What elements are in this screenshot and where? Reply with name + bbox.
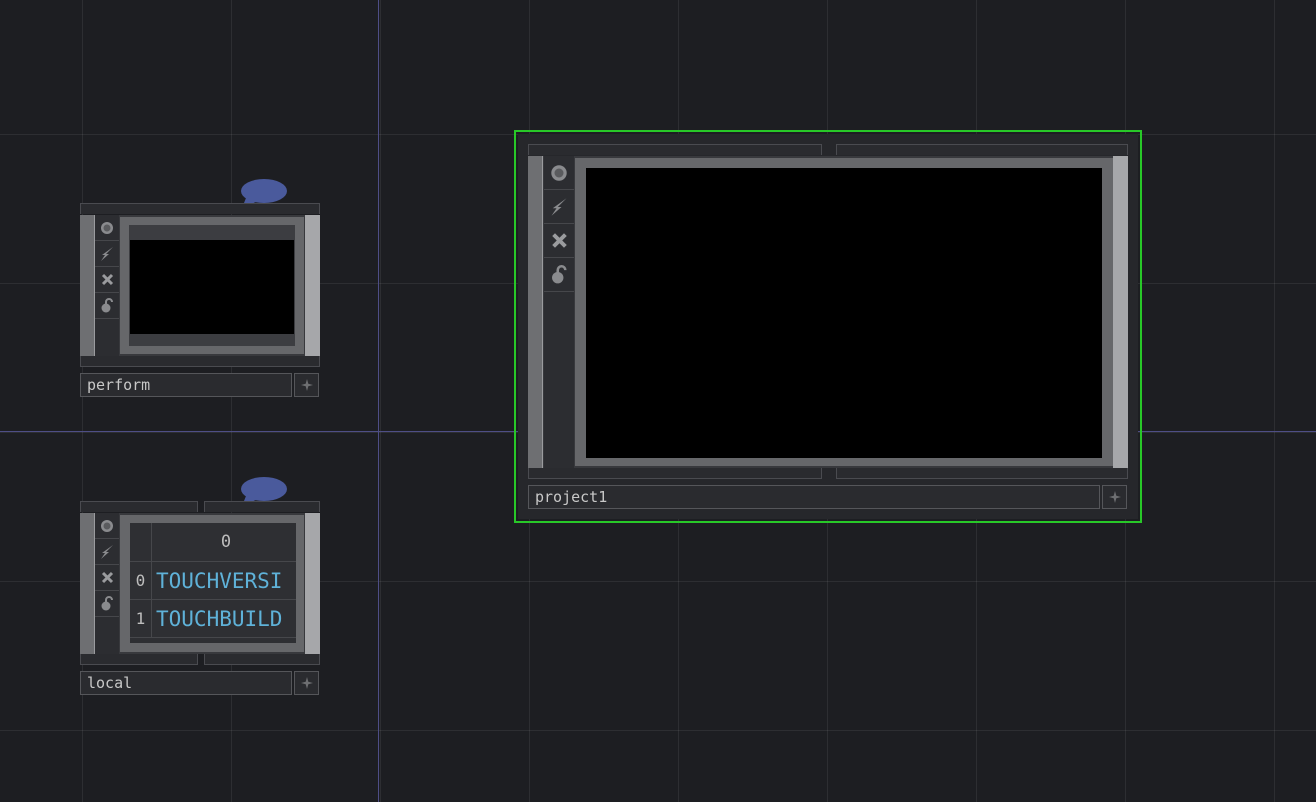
node-name-field[interactable]: perform: [80, 373, 292, 397]
lock-icon: [101, 596, 113, 611]
node-button-column: [95, 215, 119, 356]
origin-axis-vertical: [378, 0, 379, 802]
delete-button[interactable]: [95, 565, 119, 591]
viewer-toggle-button[interactable]: [544, 156, 574, 190]
node-button-column: [544, 156, 574, 468]
input-connector[interactable]: [80, 513, 95, 654]
input-tab: [80, 203, 320, 214]
row-index: 1: [130, 600, 152, 637]
node-name-field[interactable]: local: [80, 671, 292, 695]
input-tab-2: [204, 501, 320, 512]
node-button-column: [95, 513, 119, 654]
table-corner-cell: [130, 523, 152, 561]
row-index: 0: [130, 562, 152, 599]
input-connector[interactable]: [80, 215, 95, 356]
add-button[interactable]: [294, 373, 319, 397]
plus-icon: [300, 677, 313, 689]
output-connector[interactable]: [1113, 156, 1128, 468]
node-name-field[interactable]: project1: [528, 485, 1100, 509]
viewer-frame: [575, 158, 1113, 466]
lock-button[interactable]: [95, 591, 119, 617]
viewer-toggle-button[interactable]: [95, 513, 119, 539]
output-tab-1: [528, 468, 822, 479]
bypass-button[interactable]: [95, 241, 119, 267]
output-connector[interactable]: [305, 513, 320, 654]
node-viewer[interactable]: [586, 168, 1102, 458]
lock-icon: [101, 298, 113, 313]
viewer-frame: 0 0 TOUCHVERSI 1 TOUCHBUILD: [120, 515, 304, 652]
viewer-toggle-button[interactable]: [95, 215, 119, 241]
table-cell: TOUCHBUILD: [156, 606, 283, 631]
output-tab-2: [204, 654, 320, 665]
bypass-button[interactable]: [95, 539, 119, 565]
lightning-icon: [551, 197, 567, 216]
plus-icon: [1108, 491, 1121, 503]
table-header-row: 0: [130, 523, 296, 562]
target-icon: [551, 164, 567, 181]
lock-icon: [552, 265, 567, 284]
node-viewer[interactable]: [130, 240, 294, 334]
input-connector[interactable]: [528, 156, 543, 468]
output-tab-1: [80, 654, 198, 665]
viewer-frame: [120, 217, 304, 354]
lock-button[interactable]: [544, 258, 574, 292]
node-perform[interactable]: perform: [80, 178, 320, 400]
lock-button[interactable]: [95, 293, 119, 319]
node-body: 0 0 TOUCHVERSI 1 TOUCHBUILD: [80, 513, 320, 654]
add-button[interactable]: [294, 671, 319, 695]
input-tab-1: [528, 144, 822, 155]
table-header-cell: 0: [220, 532, 232, 552]
close-icon: [551, 233, 567, 248]
output-tab-2: [836, 468, 1128, 479]
node-body: [528, 156, 1128, 468]
lightning-icon: [101, 246, 113, 261]
output-connector[interactable]: [305, 215, 320, 356]
input-tab-1: [80, 501, 198, 512]
node-project1[interactable]: project1: [518, 134, 1138, 519]
table-row: 0 TOUCHVERSI: [130, 562, 296, 600]
target-icon: [101, 221, 113, 234]
lightning-icon: [101, 544, 113, 559]
node-body: [80, 215, 320, 356]
delete-button[interactable]: [544, 224, 574, 258]
target-icon: [101, 519, 113, 532]
plus-icon: [300, 379, 313, 391]
bypass-button[interactable]: [544, 190, 574, 224]
output-tab: [80, 356, 320, 367]
table-cell: TOUCHVERSI: [156, 568, 283, 593]
input-tab-2: [836, 144, 1128, 155]
close-icon: [101, 571, 113, 584]
node-local[interactable]: 0 0 TOUCHVERSI 1 TOUCHBUILD local: [80, 476, 320, 698]
close-icon: [101, 273, 113, 286]
table-row: 1 TOUCHBUILD: [130, 600, 296, 638]
table-viewer[interactable]: 0 0 TOUCHVERSI 1 TOUCHBUILD: [130, 523, 296, 643]
add-button[interactable]: [1102, 485, 1127, 509]
delete-button[interactable]: [95, 267, 119, 293]
